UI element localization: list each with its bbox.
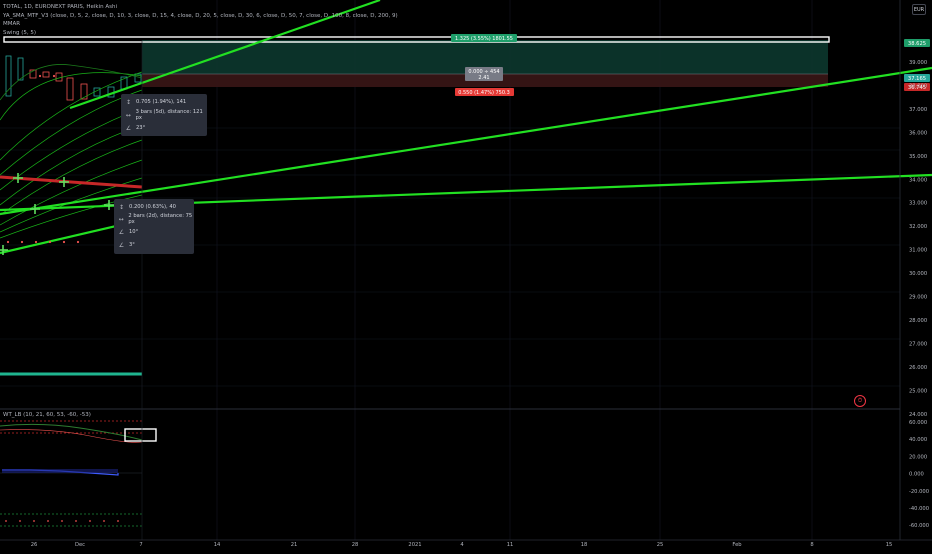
candle — [17, 57, 24, 81]
chart-legend[interactable]: TOTAL, 1D, EURONEXT PARIS, Heikin Ashi Y… — [3, 3, 398, 37]
time-tick: 7 — [139, 542, 142, 548]
time-tick: 4 — [460, 542, 464, 548]
measure-tooltip-2: ↕ 0.200 (0.63%), 40 ↔ 2 bars (2d), distanc… — [114, 199, 194, 254]
entry-badge-text-2: 2.41 — [478, 75, 489, 81]
currency-button[interactable]: EUR — [912, 4, 926, 15]
time-tick: Dec — [75, 542, 85, 548]
oscillator-pane — [0, 420, 157, 527]
tooltip-1-angle: 23° — [136, 125, 146, 131]
time-tick: 11 — [507, 542, 514, 548]
price-tick: 38.000 — [909, 83, 927, 89]
oscillator-tick: 40.000 — [909, 437, 927, 443]
angle-icon: ∠ — [118, 241, 125, 249]
price-ticks: 39.000 38.000 37.000 36.000 35.000 34.000 33.0… — [909, 60, 927, 418]
target-badge[interactable]: 1.325 (3.55%) 1801.55 — [451, 34, 517, 42]
price-tick: 37.000 — [909, 107, 927, 113]
price-tick: 25.000 — [909, 388, 927, 394]
price-tick: 35.000 — [909, 154, 927, 160]
price-tick: 29.000 — [909, 295, 927, 301]
time-tick: 28 — [352, 542, 359, 548]
time-tick: 18 — [581, 542, 588, 548]
oscillator-tick: -20.000 — [909, 489, 929, 495]
candle — [66, 77, 74, 101]
oscillator-legend[interactable]: WT_LB (10, 21, 60, 53, -60, -53) — [3, 412, 91, 418]
chart-area[interactable]: 60.000 40.000 20.000 0.000 -20.000 -40.000 -60… — [0, 0, 932, 550]
oscillator-tick: 60.000 — [909, 420, 927, 426]
price-tick: 26.000 — [909, 365, 927, 371]
price-label-target-text: 38.625 — [908, 41, 926, 47]
entry-badge[interactable]: 0.000 ÷ 454 2.41 — [465, 67, 503, 81]
legend-indicator-sma[interactable]: YA_SMA_MTF_V3 (close, D, 5, 2, close, D,… — [3, 12, 398, 21]
tooltip-2-angle-1: 10° — [129, 229, 139, 235]
time-tick: 8 — [810, 542, 813, 548]
candle — [55, 72, 63, 82]
price-label-current: 37.165 — [904, 74, 930, 82]
legend-indicator-mmar[interactable]: MMAR — [3, 20, 398, 29]
price-tick: 30.000 — [909, 271, 927, 277]
time-tick: 2021 — [408, 542, 421, 548]
oscillator-tick: -60.000 — [909, 523, 929, 529]
alert-clock-icon[interactable]: ⏱ — [854, 395, 866, 407]
measure-tooltip-1: ↕ 0.705 (1.94%), 141 ↔ 3 bars (5d), distan… — [121, 94, 207, 136]
price-tick: 34.000 — [909, 177, 927, 183]
stop-badge-text: 0.550 (1.47%) 750.3 — [458, 90, 510, 96]
price-label-target: 38.625 — [904, 39, 930, 47]
price-label-current-text: 37.165 — [908, 76, 926, 82]
oscillator-tick: -40.000 — [909, 506, 929, 512]
target-badge-text: 1.325 (3.55%) 1801.55 — [455, 36, 513, 42]
tooltip-2-bars: 2 bars (2d), distance: 75 px — [128, 213, 193, 225]
oscillator-axis[interactable]: 60.000 40.000 20.000 0.000 -20.000 -40.000 -60… — [909, 420, 929, 529]
arrows-horizontal-icon: ↔ — [118, 215, 124, 223]
oscillator-tick: 0.000 — [909, 472, 924, 478]
price-tick: 32.000 — [909, 224, 927, 230]
angle-icon: ∠ — [118, 228, 125, 236]
tooltip-1-bars: 3 bars (5d), distance: 121 px — [135, 109, 203, 121]
time-tick: 15 — [886, 542, 893, 548]
time-tick: Feb — [732, 542, 742, 548]
price-tick: 28.000 — [909, 318, 927, 324]
stop-badge[interactable]: 0.550 (1.47%) 750.3 — [455, 88, 514, 96]
candle — [80, 83, 88, 100]
bottom-dots — [5, 520, 119, 522]
price-tick: 39.000 — [909, 60, 927, 66]
time-tick: 14 — [214, 542, 221, 548]
tooltip-2-price: 0.200 (0.63%), 40 — [129, 204, 176, 210]
price-tick: 33.000 — [909, 201, 927, 207]
time-tick: 21 — [291, 542, 298, 548]
angle-icon: ∠ — [125, 124, 132, 132]
price-tick: 24.000 — [909, 412, 927, 418]
price-tick: 36.000 — [909, 130, 927, 136]
arrows-vertical-icon: ↕ — [118, 203, 125, 211]
candle — [42, 71, 50, 78]
price-tick: 27.000 — [909, 341, 927, 347]
legend-indicator-swing[interactable]: Swing (5, 5) — [3, 29, 398, 38]
tooltip-2-angle-2: 3° — [129, 242, 135, 248]
arrows-horizontal-icon: ↔ — [125, 111, 131, 119]
time-tick: 26 — [31, 542, 38, 548]
oscillator-tick: 20.000 — [909, 454, 927, 460]
price-tick: 31.000 — [909, 248, 927, 254]
tooltip-1-price: 0.705 (1.94%), 141 — [136, 99, 187, 105]
time-axis[interactable]: 26 Dec 7 14 21 28 2021 4 11 18 25 Feb 8 15 — [31, 542, 893, 548]
arrows-vertical-icon: ↕ — [125, 98, 132, 106]
chart-canvas[interactable]: 60.000 40.000 20.000 0.000 -20.000 -40.000 -60… — [0, 0, 932, 550]
legend-symbol[interactable]: TOTAL, 1D, EURONEXT PARIS, Heikin Ashi — [3, 3, 398, 12]
time-tick: 25 — [657, 542, 664, 548]
